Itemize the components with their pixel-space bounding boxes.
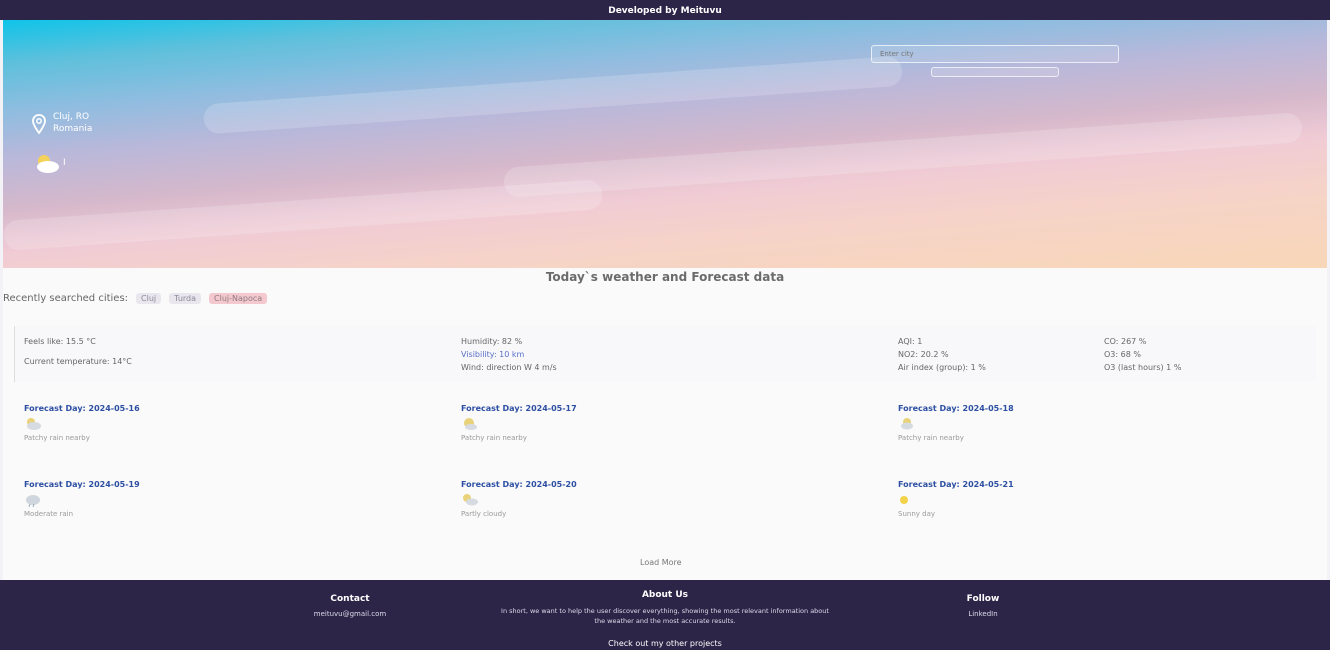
city-country: Romania	[53, 124, 93, 134]
contact-email[interactable]: meituvu@gmail.com	[290, 610, 410, 618]
visibility: Visibility: 10 km	[461, 350, 525, 359]
city-search-input[interactable]	[871, 45, 1119, 63]
about-title: About Us	[641, 590, 689, 600]
footer-about: About Us In short, we want to help the u…	[500, 590, 830, 626]
forecast-condition: Partly cloudy	[461, 510, 507, 518]
forecast-day: Forecast Day: 2024-05-20 Partly cloudy	[461, 480, 577, 518]
forecast-day: Forecast Day: 2024-05-21 Sunny day	[898, 480, 1014, 518]
pollution: O3 (last hours) 1 %	[1104, 363, 1182, 372]
forecast-date: Forecast Day: 2024-05-17	[461, 404, 577, 413]
rain-cloud-icon	[26, 495, 40, 508]
recent-city-chip[interactable]: Turda	[169, 293, 202, 304]
forecast-date: Forecast Day: 2024-05-19	[24, 480, 140, 489]
footer-follow: Follow LinkedIn	[940, 594, 1026, 618]
recent-city-chip[interactable]: Cluj	[136, 293, 162, 304]
air-index: Air index (group): 1 %	[898, 363, 986, 372]
aqi: AQI: 1	[898, 337, 923, 346]
footer: Contact meituvu@gmail.com About Us In sh…	[0, 580, 1330, 650]
developer-credit: Developed by Meituvu	[608, 6, 722, 16]
about-text: In short, we want to help the user disco…	[501, 607, 829, 625]
sun-icon	[900, 496, 908, 504]
rain-cloud-icon	[464, 418, 477, 430]
no2: NO2: 20.2 %	[898, 350, 949, 359]
forecast-condition: Patchy rain nearby	[898, 434, 964, 442]
top-banner: Developed by Meituvu	[0, 0, 1330, 20]
forecast-date: Forecast Day: 2024-05-16	[24, 404, 140, 413]
rain-cloud-icon	[27, 418, 41, 430]
rain-cloud-icon	[901, 418, 913, 430]
recent-city-chip[interactable]: Cluj-Napoca	[209, 293, 268, 304]
co: CO: 267 %	[1104, 337, 1147, 346]
partly-cloudy-icon	[463, 494, 478, 506]
footer-contact: Contact meituvu@gmail.com	[290, 594, 410, 618]
forecast-date: Forecast Day: 2024-05-20	[461, 480, 577, 489]
forecast-condition: Patchy rain nearby	[461, 434, 527, 442]
other-projects-link[interactable]: Check out my other projects	[0, 639, 1330, 648]
load-more-button[interactable]: Load More	[640, 558, 682, 567]
cloud-streak	[3, 179, 604, 251]
partly-cloudy-icon	[37, 155, 59, 173]
o3: O3: 68 %	[1104, 350, 1141, 359]
forecast-day: Forecast Day: 2024-05-16 Patchy rain nea…	[24, 404, 140, 442]
hero-banner: Cluj, RO Romania I	[3, 20, 1327, 268]
feels-like: Feels like: 15.5 °C	[24, 337, 96, 346]
forecast-date: Forecast Day: 2024-05-18	[898, 404, 1014, 413]
linkedin-link[interactable]: LinkedIn	[940, 610, 1026, 618]
hero-temperature: I	[63, 158, 66, 168]
recent-label: Recently searched cities:	[3, 293, 129, 304]
forecast-date: Forecast Day: 2024-05-21	[898, 480, 1014, 489]
contact-title: Contact	[330, 594, 370, 604]
humidity: Humidity: 82 %	[461, 337, 523, 346]
wind: Wind: direction W 4 m/s	[461, 363, 557, 372]
city-block: Cluj, RO Romania	[53, 111, 92, 135]
cloud-streak	[202, 55, 904, 135]
forecast-day: Forecast Day: 2024-05-17 Patchy rain nea…	[461, 404, 577, 442]
forecast-condition: Sunny day	[898, 510, 935, 518]
current-temperature: Current temperature: 14°C	[24, 357, 132, 366]
forecast-condition: Patchy rain nearby	[24, 434, 90, 442]
cloud-streak	[502, 112, 1304, 198]
follow-title: Follow	[966, 594, 1000, 604]
forecast-day: Forecast Day: 2024-05-18 Patchy rain nea…	[898, 404, 1014, 442]
forecast-day: Forecast Day: 2024-05-19 Moderate rain	[24, 480, 140, 518]
forecast-condition: Moderate rain	[24, 510, 74, 518]
city-name: Cluj, RO	[53, 112, 90, 122]
search-button[interactable]	[931, 67, 1059, 77]
recent-searches: Recently searched cities: Cluj Turda Clu…	[3, 293, 268, 304]
location-pin-icon	[32, 114, 46, 134]
section-title: Today`s weather and Forecast data	[545, 270, 785, 284]
